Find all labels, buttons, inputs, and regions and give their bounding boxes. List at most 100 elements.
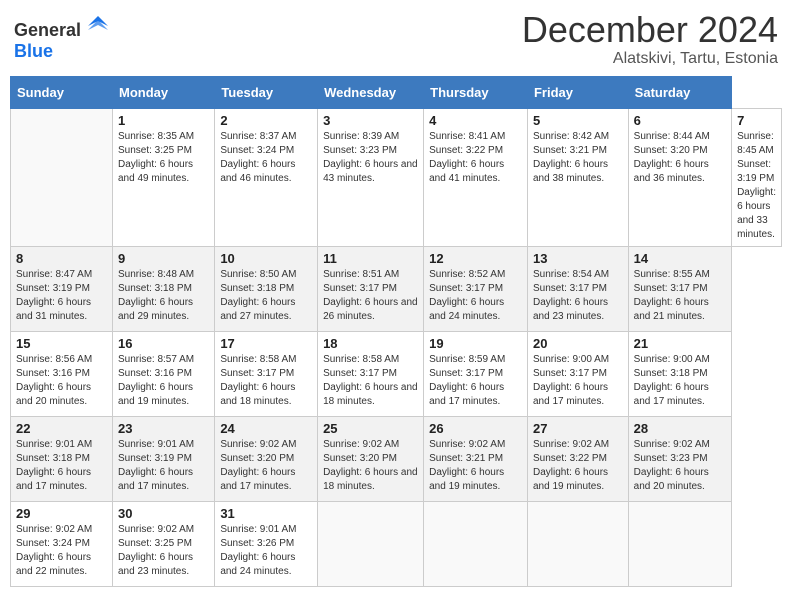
- day-number: 25: [323, 421, 418, 436]
- week-row-5: 29 Sunrise: 9:02 AMSunset: 3:24 PMDaylig…: [11, 501, 782, 586]
- day-cell-14: 14 Sunrise: 8:55 AMSunset: 3:17 PMDaylig…: [628, 246, 731, 331]
- day-detail: Sunrise: 8:58 AMSunset: 3:17 PMDaylight:…: [220, 353, 312, 409]
- logo-text: General Blue: [14, 16, 108, 62]
- empty-day-cell: [628, 501, 731, 586]
- column-header-thursday: Thursday: [424, 76, 528, 108]
- day-detail: Sunrise: 9:02 AMSunset: 3:21 PMDaylight:…: [429, 438, 522, 494]
- day-number: 14: [634, 251, 726, 266]
- day-cell-2: 2 Sunrise: 8:37 AMSunset: 3:24 PMDayligh…: [215, 108, 318, 246]
- day-number: 23: [118, 421, 209, 436]
- day-detail: Sunrise: 9:02 AMSunset: 3:23 PMDaylight:…: [634, 438, 726, 494]
- day-number: 30: [118, 506, 209, 521]
- day-number: 12: [429, 251, 522, 266]
- day-number: 6: [634, 113, 726, 128]
- day-detail: Sunrise: 9:02 AMSunset: 3:22 PMDaylight:…: [533, 438, 623, 494]
- day-cell-6: 6 Sunrise: 8:44 AMSunset: 3:20 PMDayligh…: [628, 108, 731, 246]
- location-subtitle: Alatskivi, Tartu, Estonia: [522, 50, 778, 68]
- column-header-wednesday: Wednesday: [318, 76, 424, 108]
- day-detail: Sunrise: 8:56 AMSunset: 3:16 PMDaylight:…: [16, 353, 107, 409]
- day-detail: Sunrise: 8:55 AMSunset: 3:17 PMDaylight:…: [634, 268, 726, 324]
- logo-blue: Blue: [14, 41, 53, 61]
- day-cell-16: 16 Sunrise: 8:57 AMSunset: 3:16 PMDaylig…: [112, 331, 214, 416]
- day-cell-28: 28 Sunrise: 9:02 AMSunset: 3:23 PMDaylig…: [628, 416, 731, 501]
- day-cell-18: 18 Sunrise: 8:58 AMSunset: 3:17 PMDaylig…: [318, 331, 424, 416]
- day-detail: Sunrise: 8:59 AMSunset: 3:17 PMDaylight:…: [429, 353, 522, 409]
- day-number: 15: [16, 336, 107, 351]
- day-detail: Sunrise: 8:44 AMSunset: 3:20 PMDaylight:…: [634, 130, 726, 186]
- day-number: 21: [634, 336, 726, 351]
- empty-cell: [11, 108, 113, 246]
- calendar-table: SundayMondayTuesdayWednesdayThursdayFrid…: [10, 76, 782, 587]
- day-detail: Sunrise: 8:52 AMSunset: 3:17 PMDaylight:…: [429, 268, 522, 324]
- day-cell-26: 26 Sunrise: 9:02 AMSunset: 3:21 PMDaylig…: [424, 416, 528, 501]
- day-cell-4: 4 Sunrise: 8:41 AMSunset: 3:22 PMDayligh…: [424, 108, 528, 246]
- day-number: 29: [16, 506, 107, 521]
- day-detail: Sunrise: 8:48 AMSunset: 3:18 PMDaylight:…: [118, 268, 209, 324]
- day-detail: Sunrise: 9:02 AMSunset: 3:24 PMDaylight:…: [16, 523, 107, 579]
- day-cell-12: 12 Sunrise: 8:52 AMSunset: 3:17 PMDaylig…: [424, 246, 528, 331]
- day-number: 24: [220, 421, 312, 436]
- day-detail: Sunrise: 9:02 AMSunset: 3:20 PMDaylight:…: [220, 438, 312, 494]
- title-block: December 2024 Alatskivi, Tartu, Estonia: [522, 10, 778, 68]
- day-detail: Sunrise: 8:50 AMSunset: 3:18 PMDaylight:…: [220, 268, 312, 324]
- empty-day-cell: [527, 501, 628, 586]
- day-number: 2: [220, 113, 312, 128]
- day-cell-22: 22 Sunrise: 9:01 AMSunset: 3:18 PMDaylig…: [11, 416, 113, 501]
- day-detail: Sunrise: 9:00 AMSunset: 3:17 PMDaylight:…: [533, 353, 623, 409]
- day-detail: Sunrise: 8:42 AMSunset: 3:21 PMDaylight:…: [533, 130, 623, 186]
- day-number: 22: [16, 421, 107, 436]
- column-header-tuesday: Tuesday: [215, 76, 318, 108]
- day-cell-30: 30 Sunrise: 9:02 AMSunset: 3:25 PMDaylig…: [112, 501, 214, 586]
- day-detail: Sunrise: 8:41 AMSunset: 3:22 PMDaylight:…: [429, 130, 522, 186]
- day-detail: Sunrise: 8:47 AMSunset: 3:19 PMDaylight:…: [16, 268, 107, 324]
- week-row-4: 22 Sunrise: 9:01 AMSunset: 3:18 PMDaylig…: [11, 416, 782, 501]
- logo-icon: [88, 16, 108, 36]
- day-detail: Sunrise: 8:54 AMSunset: 3:17 PMDaylight:…: [533, 268, 623, 324]
- column-header-monday: Monday: [112, 76, 214, 108]
- day-number: 18: [323, 336, 418, 351]
- day-detail: Sunrise: 8:37 AMSunset: 3:24 PMDaylight:…: [220, 130, 312, 186]
- day-cell-17: 17 Sunrise: 8:58 AMSunset: 3:17 PMDaylig…: [215, 331, 318, 416]
- day-number: 13: [533, 251, 623, 266]
- day-cell-9: 9 Sunrise: 8:48 AMSunset: 3:18 PMDayligh…: [112, 246, 214, 331]
- logo-general: General: [14, 20, 81, 40]
- day-detail: Sunrise: 9:02 AMSunset: 3:20 PMDaylight:…: [323, 438, 418, 494]
- week-row-2: 8 Sunrise: 8:47 AMSunset: 3:19 PMDayligh…: [11, 246, 782, 331]
- day-detail: Sunrise: 8:51 AMSunset: 3:17 PMDaylight:…: [323, 268, 418, 324]
- day-detail: Sunrise: 9:00 AMSunset: 3:18 PMDaylight:…: [634, 353, 726, 409]
- day-number: 10: [220, 251, 312, 266]
- day-cell-31: 31 Sunrise: 9:01 AMSunset: 3:26 PMDaylig…: [215, 501, 318, 586]
- week-row-1: 1 Sunrise: 8:35 AMSunset: 3:25 PMDayligh…: [11, 108, 782, 246]
- column-header-saturday: Saturday: [628, 76, 731, 108]
- day-detail: Sunrise: 9:01 AMSunset: 3:19 PMDaylight:…: [118, 438, 209, 494]
- day-cell-15: 15 Sunrise: 8:56 AMSunset: 3:16 PMDaylig…: [11, 331, 113, 416]
- empty-day-cell: [318, 501, 424, 586]
- day-cell-10: 10 Sunrise: 8:50 AMSunset: 3:18 PMDaylig…: [215, 246, 318, 331]
- day-cell-21: 21 Sunrise: 9:00 AMSunset: 3:18 PMDaylig…: [628, 331, 731, 416]
- day-number: 19: [429, 336, 522, 351]
- day-detail: Sunrise: 8:35 AMSunset: 3:25 PMDaylight:…: [118, 130, 209, 186]
- month-title: December 2024: [522, 10, 778, 50]
- day-number: 8: [16, 251, 107, 266]
- day-number: 7: [737, 113, 776, 128]
- day-cell-1: 1 Sunrise: 8:35 AMSunset: 3:25 PMDayligh…: [112, 108, 214, 246]
- day-number: 20: [533, 336, 623, 351]
- day-cell-19: 19 Sunrise: 8:59 AMSunset: 3:17 PMDaylig…: [424, 331, 528, 416]
- day-cell-8: 8 Sunrise: 8:47 AMSunset: 3:19 PMDayligh…: [11, 246, 113, 331]
- day-cell-24: 24 Sunrise: 9:02 AMSunset: 3:20 PMDaylig…: [215, 416, 318, 501]
- day-detail: Sunrise: 8:58 AMSunset: 3:17 PMDaylight:…: [323, 353, 418, 409]
- day-number: 5: [533, 113, 623, 128]
- day-number: 16: [118, 336, 209, 351]
- day-cell-27: 27 Sunrise: 9:02 AMSunset: 3:22 PMDaylig…: [527, 416, 628, 501]
- day-cell-13: 13 Sunrise: 8:54 AMSunset: 3:17 PMDaylig…: [527, 246, 628, 331]
- day-detail: Sunrise: 8:57 AMSunset: 3:16 PMDaylight:…: [118, 353, 209, 409]
- day-cell-23: 23 Sunrise: 9:01 AMSunset: 3:19 PMDaylig…: [112, 416, 214, 501]
- day-cell-20: 20 Sunrise: 9:00 AMSunset: 3:17 PMDaylig…: [527, 331, 628, 416]
- day-number: 31: [220, 506, 312, 521]
- day-number: 1: [118, 113, 209, 128]
- day-number: 26: [429, 421, 522, 436]
- calendar-header-row: SundayMondayTuesdayWednesdayThursdayFrid…: [11, 76, 782, 108]
- day-number: 27: [533, 421, 623, 436]
- column-header-friday: Friday: [527, 76, 628, 108]
- day-number: 3: [323, 113, 418, 128]
